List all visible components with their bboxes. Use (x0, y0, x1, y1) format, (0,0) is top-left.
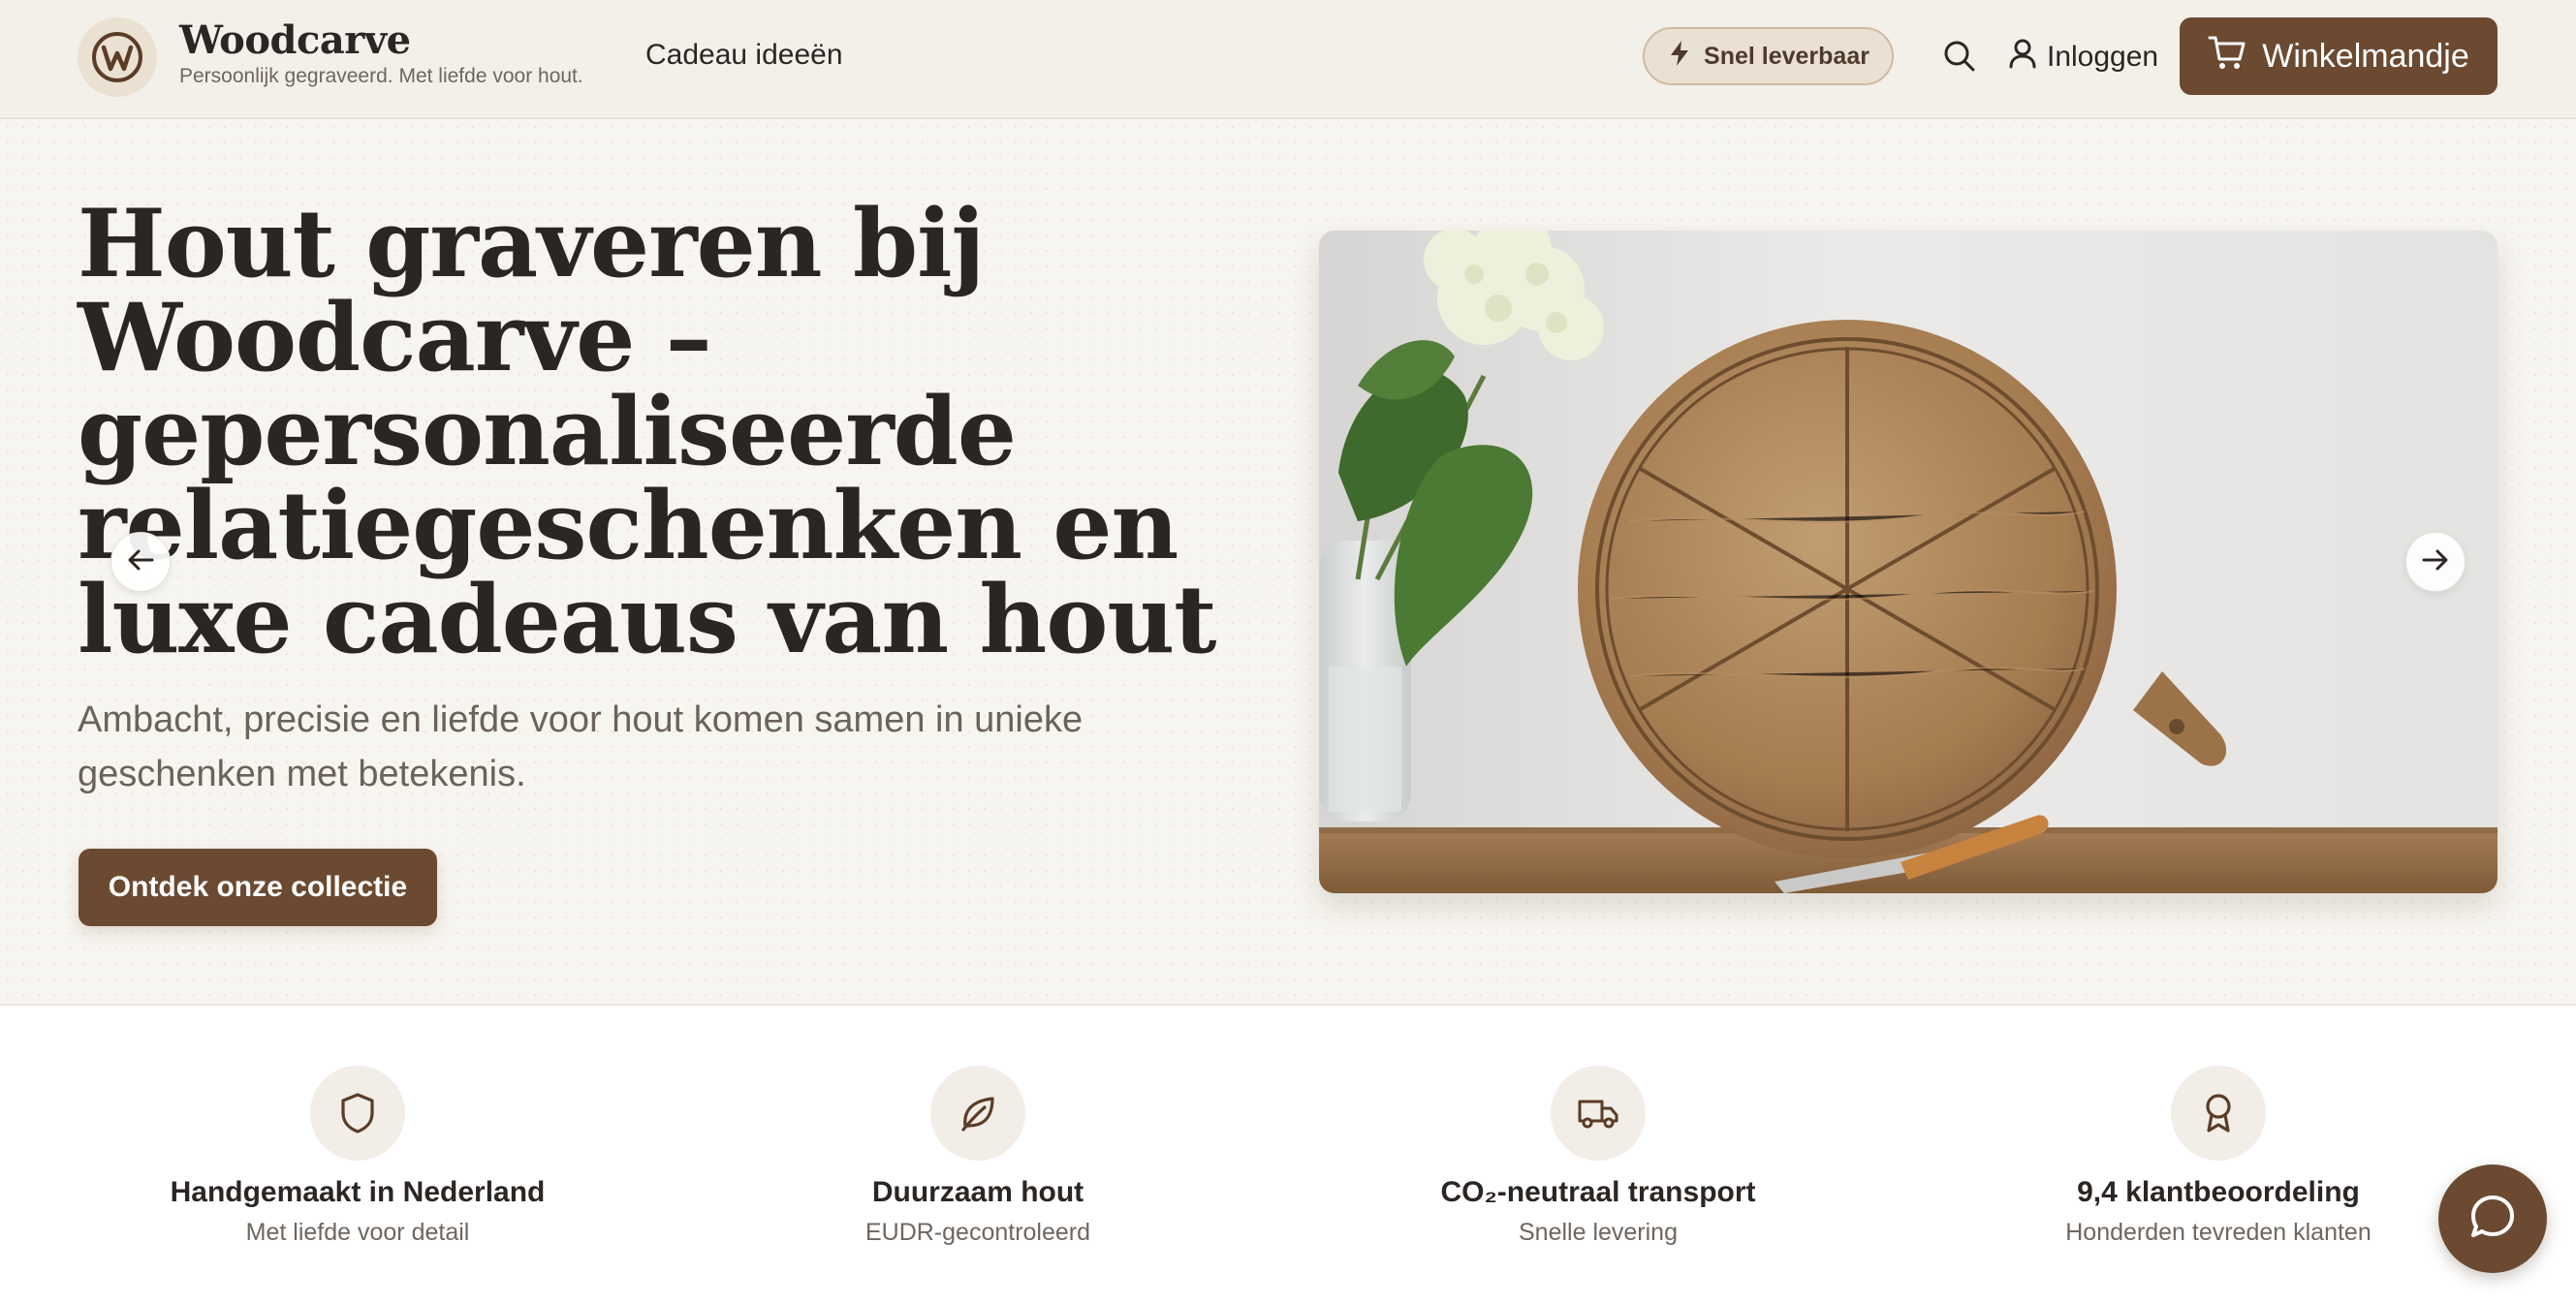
feature-description: Snelle levering (1519, 1219, 1678, 1246)
arrow-right-icon (2422, 548, 2449, 576)
lightning-icon (1667, 39, 1692, 75)
brand-tagline: Persoonlijk gegraveerd. Met liefde voor … (179, 65, 583, 87)
brand-name[interactable]: Woodcarve (179, 17, 411, 63)
carousel-prev-button[interactable] (110, 532, 171, 592)
arrow-left-icon (127, 548, 154, 576)
hero-subtitle: Ambacht, precisie en liefde voor hout ko… (78, 699, 1084, 794)
shield-icon (310, 1066, 405, 1161)
feature-co2-neutral-transport: CO₂-neutraal transport Snelle levering (1307, 1066, 1889, 1247)
feature-title: Handgemaakt in Nederland (170, 1176, 546, 1208)
chat-button[interactable] (2438, 1164, 2547, 1273)
feature-handmade: Handgemaakt in Nederland Met liefde voor… (67, 1066, 648, 1247)
feature-title: Duurzaam hout (871, 1176, 1084, 1208)
feature-title: CO₂-neutraal transport (1440, 1176, 1756, 1208)
quick-delivery-label: Snel leverbaar (1704, 42, 1869, 70)
hero-carousel-image (1319, 231, 2497, 893)
feature-description: EUDR-gecontroleerd (864, 1219, 1091, 1246)
feature-sustainable-wood: Duurzaam hout EUDR-gecontroleerd (687, 1066, 1269, 1247)
cart-label: Winkelmandje (2262, 37, 2469, 75)
login-button[interactable]: Inloggen (2008, 33, 2158, 81)
cart-button[interactable]: Winkelmandje (2180, 17, 2497, 95)
chat-bubble-icon (2467, 1192, 2518, 1247)
hero-title: Hout graveren bij Woodcarve – gepersonal… (78, 189, 1217, 674)
feature-title: 9,4 klantbeoordeling (2077, 1176, 2360, 1208)
logo-icon[interactable] (78, 17, 157, 97)
search-icon (1942, 39, 1977, 78)
award-icon (2171, 1066, 2266, 1161)
feature-customer-rating: 9,4 klantbeoordeling Honderden tevreden … (1928, 1066, 2509, 1247)
nav-gift-ideas-link[interactable]: Cadeau ideeën (645, 39, 843, 72)
login-label: Inloggen (2047, 41, 2159, 73)
user-icon (2008, 38, 2037, 77)
site-header: Woodcarve Persoonlijk gegraveerd. Met li… (0, 0, 2576, 119)
cart-icon (2208, 34, 2246, 79)
feature-description: Honderden tevreden klanten (2065, 1219, 2372, 1246)
feature-description: Met liefde voor detail (245, 1219, 470, 1246)
search-button[interactable] (1938, 37, 1981, 79)
hero-section: Hout graveren bij Woodcarve – gepersonal… (0, 119, 2576, 1006)
leaf-icon (930, 1066, 1025, 1161)
quick-delivery-button[interactable]: Snel leverbaar (1643, 27, 1894, 85)
truck-icon (1551, 1066, 1646, 1161)
carousel-next-button[interactable] (2405, 532, 2466, 592)
discover-collection-button[interactable]: Ontdek onze collectie (79, 849, 437, 926)
